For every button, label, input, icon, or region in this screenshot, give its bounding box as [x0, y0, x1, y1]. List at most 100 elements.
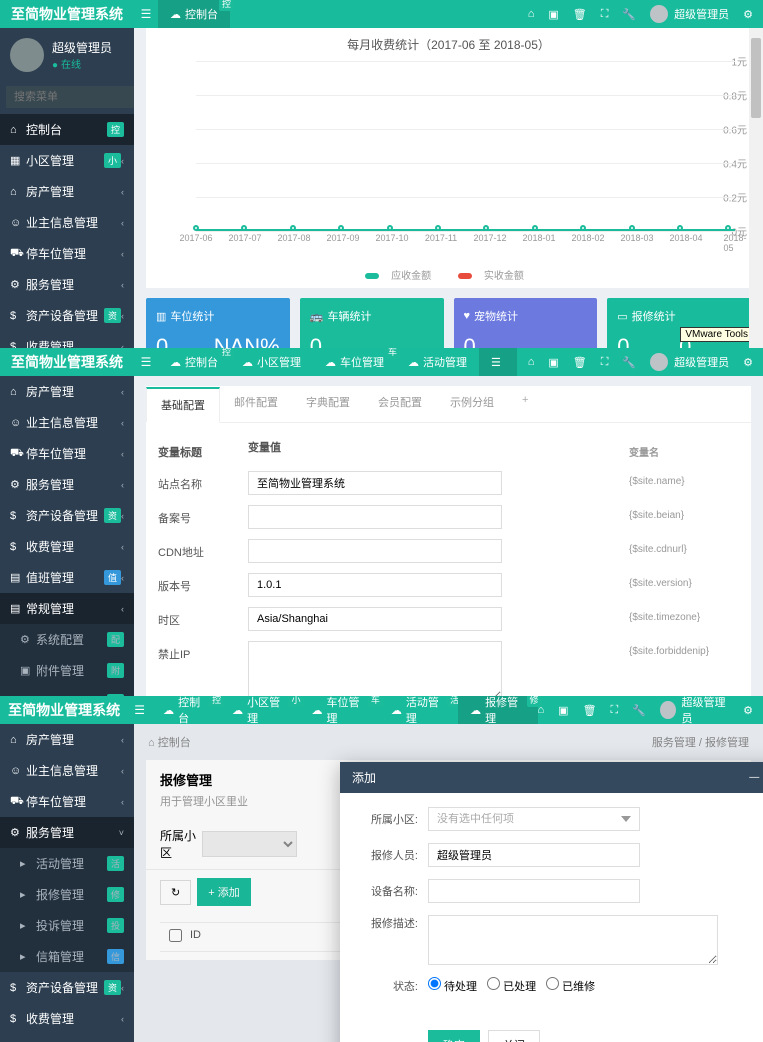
setting-input-备案号[interactable]	[248, 505, 502, 529]
home-icon[interactable]	[528, 356, 535, 368]
setting-input-禁止IP[interactable]	[248, 641, 502, 696]
nav-房产管理[interactable]: 房产管理‹	[0, 724, 134, 755]
modal-min[interactable]: —	[749, 772, 759, 783]
trash-icon[interactable]	[573, 8, 587, 21]
fullscreen-icon[interactable]	[601, 356, 609, 369]
gear-icon[interactable]	[743, 704, 753, 717]
avatar-icon	[650, 353, 668, 371]
tab-控制台[interactable]: 控制台控	[151, 696, 220, 724]
setting-input-站点名称[interactable]	[248, 471, 502, 495]
nav-房产管理[interactable]: 房产管理‹	[0, 176, 134, 207]
stat-宠物统计[interactable]: 宠物统计0当前宠物数量	[454, 298, 598, 348]
nav-收费管理[interactable]: 收费管理‹	[0, 331, 134, 348]
tab-车位管理[interactable]: 车位管理车	[313, 348, 396, 376]
modal-ok[interactable]: 确定	[428, 1030, 480, 1042]
top-user[interactable]: 超级管理员	[650, 5, 729, 23]
nav-业主信息管理[interactable]: 业主信息管理‹	[0, 407, 134, 438]
top-user[interactable]: 超级管理员	[660, 696, 729, 726]
nav-个人配置[interactable]: 个人配置个	[0, 686, 134, 696]
nav-服务管理[interactable]: 服务管理‹	[0, 269, 134, 300]
tab-bars[interactable]	[479, 348, 517, 376]
tab-车位管理[interactable]: 车位管理车	[299, 696, 378, 724]
stat-车辆统计[interactable]: 车辆统计0当前车辆数量	[300, 298, 444, 348]
nav-服务管理[interactable]: 服务管理‹	[0, 469, 134, 500]
setting-input-时区[interactable]	[248, 607, 502, 631]
f-community[interactable]: 没有选中任何项	[428, 807, 640, 831]
nav-收费管理[interactable]: 收费管理‹	[0, 1003, 134, 1034]
tab-活动管理[interactable]: 活动管理	[396, 348, 479, 376]
nav-小区管理[interactable]: 小区管理小‹	[0, 145, 134, 176]
modal-cancel[interactable]: 关闭	[488, 1030, 540, 1042]
tab-控制台[interactable]: 控制台控	[158, 348, 230, 376]
f-reporter[interactable]	[428, 843, 640, 867]
grid-icon	[156, 310, 166, 323]
fullscreen-icon[interactable]	[601, 8, 609, 21]
nav-收费管理[interactable]: 收费管理‹	[0, 531, 134, 562]
nav-活动管理[interactable]: 活动管理活	[0, 848, 134, 879]
gear-icon[interactable]	[743, 8, 753, 21]
nav-附件管理[interactable]: 附件管理附	[0, 655, 134, 686]
wrench-icon[interactable]	[622, 356, 636, 369]
tab-活动管理[interactable]: 活动管理活	[379, 696, 458, 724]
status-radio[interactable]	[428, 977, 441, 990]
add-tab[interactable]: +	[508, 386, 542, 422]
hamburger-toggle[interactable]	[134, 0, 158, 28]
nav-资产设备管理[interactable]: 资产设备管理资‹	[0, 500, 134, 531]
settings-tab-示例分组[interactable]: 示例分组	[436, 386, 508, 422]
settings-tab-字典配置[interactable]: 字典配置	[292, 386, 364, 422]
hamburger-toggle[interactable]	[128, 696, 151, 724]
nav-资产设备管理[interactable]: 资产设备管理资‹	[0, 300, 134, 331]
scrollbar[interactable]	[749, 28, 763, 348]
settings-tab-会员配置[interactable]: 会员配置	[364, 386, 436, 422]
wrench-icon[interactable]	[632, 704, 646, 717]
cache-icon[interactable]	[548, 356, 558, 369]
status-radio[interactable]	[546, 977, 559, 990]
stat-车位统计[interactable]: 车位统计0车位数量NAN%车位使用率	[146, 298, 290, 348]
chevron-icon: ‹	[121, 542, 124, 552]
status-已维修[interactable]: 已维修	[546, 981, 595, 993]
f-device[interactable]	[428, 879, 640, 903]
top-user[interactable]: 超级管理员	[650, 353, 729, 371]
cache-icon[interactable]	[558, 704, 568, 717]
nav-资产设备管理[interactable]: 资产设备管理资‹	[0, 972, 134, 1003]
nav-投诉管理[interactable]: 投诉管理投	[0, 910, 134, 941]
nav-停车位管理[interactable]: 停车位管理‹	[0, 438, 134, 469]
status-已处理[interactable]: 已处理	[487, 981, 536, 993]
f-desc[interactable]	[428, 915, 718, 965]
wrench-icon[interactable]	[622, 8, 636, 21]
tab-控制台[interactable]: 控制台控	[158, 0, 230, 28]
tab-报修管理[interactable]: 报修管理修	[458, 696, 537, 724]
nav-值班管理[interactable]: 值班管理值‹	[0, 562, 134, 593]
cache-icon[interactable]	[548, 8, 558, 21]
nav-业主信息管理[interactable]: 业主信息管理‹	[0, 755, 134, 786]
nav-控制台[interactable]: 控制台控	[0, 114, 134, 145]
nav-常规管理[interactable]: 常规管理‹	[0, 593, 134, 624]
nav-停车位管理[interactable]: 停车位管理‹	[0, 238, 134, 269]
home-icon[interactable]	[528, 8, 535, 20]
brand: 至简物业管理系统	[0, 348, 134, 376]
nav-服务管理[interactable]: 服务管理˅	[0, 817, 134, 848]
gear-icon[interactable]	[743, 356, 753, 369]
chevron-icon: ‹	[121, 280, 124, 290]
nav-信箱管理[interactable]: 信箱管理信	[0, 941, 134, 972]
tab-小区管理[interactable]: 小区管理	[230, 348, 313, 376]
settings-tab-基础配置[interactable]: 基础配置	[146, 387, 220, 423]
tab-小区管理[interactable]: 小区管理小	[220, 696, 299, 724]
nav-报修管理[interactable]: 报修管理修	[0, 879, 134, 910]
setting-input-版本号[interactable]	[248, 573, 502, 597]
hamburger-toggle[interactable]	[134, 348, 158, 376]
status-待处理[interactable]: 待处理	[428, 981, 477, 993]
trash-icon[interactable]	[583, 704, 597, 717]
nav-值班管理[interactable]: 值班管理‹	[0, 1034, 134, 1042]
nav-badge: 控	[107, 122, 124, 137]
fullscreen-icon[interactable]	[611, 704, 619, 717]
nav-房产管理[interactable]: 房产管理‹	[0, 376, 134, 407]
trash-icon[interactable]	[573, 356, 587, 369]
nav-业主信息管理[interactable]: 业主信息管理‹	[0, 207, 134, 238]
nav-停车位管理[interactable]: 停车位管理‹	[0, 786, 134, 817]
nav-系统配置[interactable]: 系统配置配	[0, 624, 134, 655]
settings-tab-邮件配置[interactable]: 邮件配置	[220, 386, 292, 422]
setting-input-CDN地址[interactable]	[248, 539, 502, 563]
car-icon	[10, 447, 26, 461]
status-radio[interactable]	[487, 977, 500, 990]
